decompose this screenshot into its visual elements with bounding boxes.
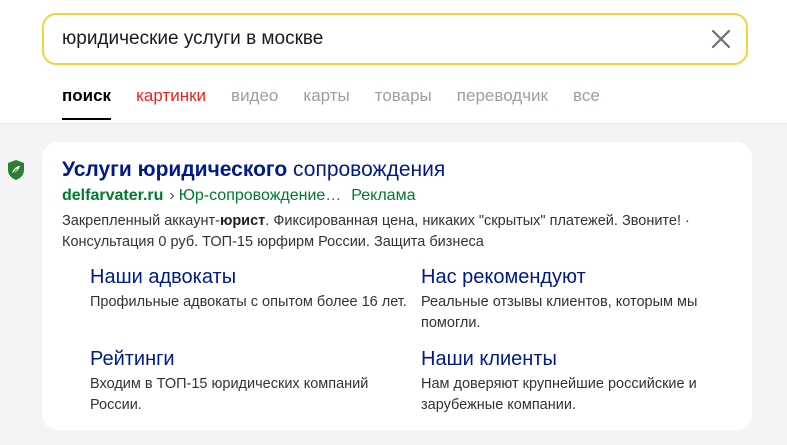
sitelink-title[interactable]: Наши адвокаты [90,266,410,289]
breadcrumb-separator-icon: › [169,187,175,204]
site-favicon-icon [8,160,24,180]
tab-maps[interactable]: карты [303,82,349,120]
ad-description: Закрепленный аккаунт-юрист. Фиксированна… [62,211,742,253]
close-icon[interactable] [710,28,732,50]
ad-desc-part1: Закрепленный аккаунт- [62,213,220,229]
sitelink-ratings: Рейтинги Входим в ТОП-15 юридических ком… [90,348,410,416]
search-box[interactable] [42,13,748,65]
tab-all[interactable]: все [573,82,600,120]
sitelink-desc: Реальные отзывы клиентов, которым мы пом… [421,294,698,331]
ad-label: Реклама [351,187,416,204]
sitelink-title[interactable]: Нас рекомендуют [421,266,741,289]
tab-products[interactable]: товары [375,82,432,120]
sitelink-recommend: Нас рекомендуют Реальные отзывы клиентов… [421,266,741,334]
ad-title-rest: сопровождения [287,158,446,181]
search-tabs: поиск картинки видео карты товары перево… [62,82,625,120]
sitelink-lawyers: Наши адвокаты Профильные адвокаты с опыт… [90,266,410,313]
ad-url-line: delfarvater.ru › Юр-сопровождение… Реклама [62,187,415,205]
ad-path-link[interactable]: Юр-сопровождение… [179,187,342,204]
sitelink-title[interactable]: Рейтинги [90,348,410,371]
sitelink-desc: Входим в ТОП-15 юридических компаний Рос… [90,376,369,413]
tab-images[interactable]: картинки [136,82,206,120]
ad-title-link[interactable]: Услуги юридического сопровождения [62,158,445,182]
sitelink-desc: Профильные адвокаты с опытом более 16 ле… [90,294,407,310]
tab-translator[interactable]: переводчик [457,82,548,120]
tab-video[interactable]: видео [231,82,278,120]
ad-desc-bold: юрист [219,213,266,229]
ad-domain-link[interactable]: delfarvater.ru [62,187,163,204]
tab-search[interactable]: поиск [62,82,112,120]
search-input[interactable] [62,15,702,63]
sitelink-desc: Нам доверяют крупнейшие российские и зар… [421,376,697,413]
sitelink-title[interactable]: Наши клиенты [421,348,741,371]
search-header: поиск картинки видео карты товары перево… [0,0,787,124]
sitelink-clients: Наши клиенты Нам доверяют крупнейшие рос… [421,348,741,416]
ad-title-bold: Услуги юридического [62,158,288,181]
